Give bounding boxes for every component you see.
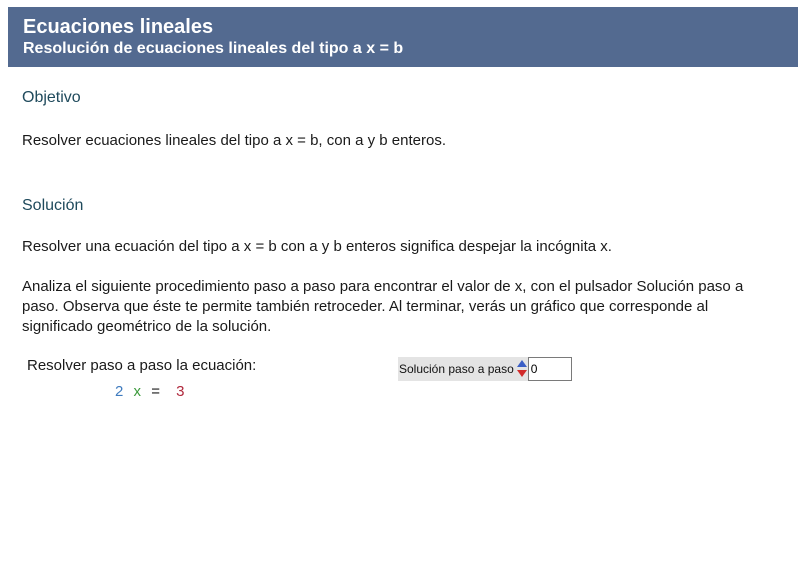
page-header: Ecuaciones lineales Resolución de ecuaci…	[8, 7, 798, 67]
coefficient-a: 2	[115, 383, 124, 400]
triangle-up-icon[interactable]	[516, 360, 527, 367]
solution-stepper[interactable]: Solución paso a paso	[398, 357, 572, 381]
coefficient-b: 3	[176, 383, 185, 400]
equals-sign: =	[151, 383, 160, 400]
solucion-heading: Solución	[22, 197, 84, 214]
stepper-value-input[interactable]	[527, 357, 572, 381]
objetivo-text: Resolver ecuaciones lineales del tipo a …	[22, 132, 446, 149]
triangle-down-icon[interactable]	[516, 370, 527, 377]
solucion-text-1: Resolver una ecuación del tipo a x = b c…	[22, 238, 612, 255]
equation: 2 x = 3	[115, 383, 190, 400]
problem-label: Resolver paso a paso la ecuación:	[27, 357, 257, 374]
objetivo-heading: Objetivo	[22, 89, 81, 106]
stepper-label: Solución paso a paso	[398, 357, 516, 381]
stepper-arrows[interactable]	[515, 357, 528, 381]
variable-x: x	[133, 383, 142, 400]
page-title: Ecuaciones lineales	[23, 16, 214, 38]
page-subtitle: Resolución de ecuaciones lineales del ti…	[23, 40, 404, 57]
solucion-text-2: Analiza el siguiente procedimiento paso …	[22, 278, 744, 335]
